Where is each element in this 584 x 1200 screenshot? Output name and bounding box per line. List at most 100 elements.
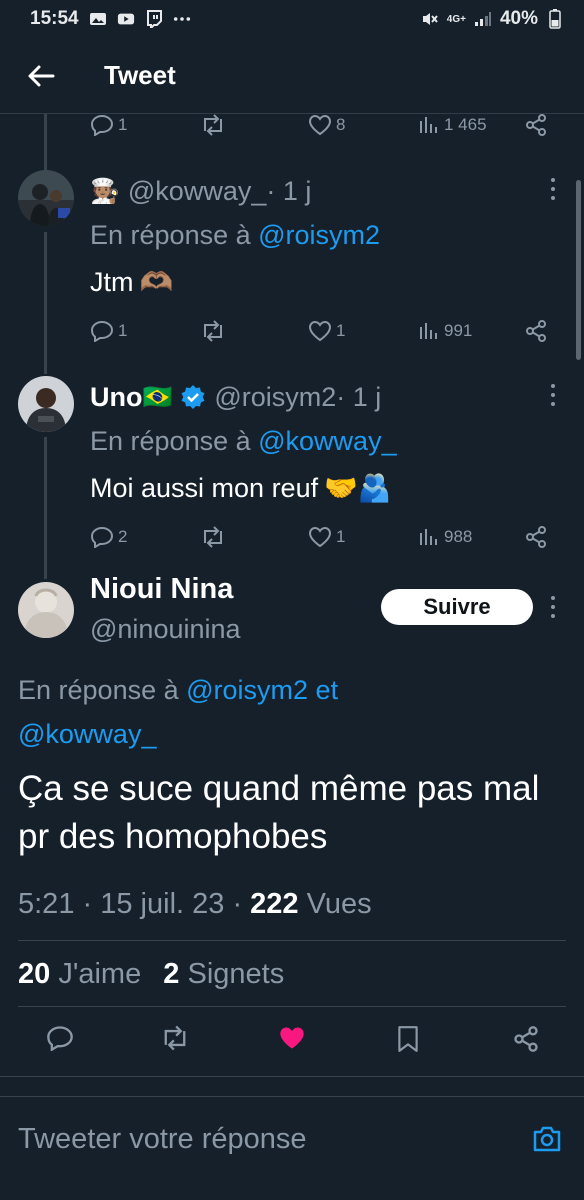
like-button[interactable] [278, 1025, 306, 1051]
flag-emoji: 🇧🇷 [142, 383, 173, 411]
tweet-actions: 2 1 988 [88, 522, 558, 552]
likes-label: J'aime [58, 958, 142, 990]
retweet-button[interactable] [200, 526, 226, 548]
tweet-text: Jtm 🫶🏽 [90, 266, 173, 298]
like-count: 1 [336, 527, 346, 546]
user-handle[interactable]: @ninouinina [90, 614, 241, 645]
like-count: 8 [336, 115, 346, 134]
reply-prefix: En réponse à [90, 426, 259, 456]
views-count: 222 [250, 888, 299, 920]
retweet-icon [204, 320, 222, 342]
likes-stat[interactable]: 20 J'aime [18, 958, 141, 990]
like-button[interactable]: 1 [308, 320, 345, 342]
retweet-button[interactable] [160, 1025, 190, 1051]
mute-icon [421, 11, 439, 27]
reply-button[interactable] [46, 1025, 74, 1051]
like-button[interactable]: 1 [308, 526, 345, 548]
reply-count: 1 [118, 321, 128, 340]
camera-icon[interactable] [532, 1125, 562, 1153]
tweet-header: Uno 🇧🇷 @roisym2 · 1 j [90, 380, 381, 414]
retweet-button[interactable] [200, 114, 226, 136]
heart-icon [308, 526, 332, 548]
reply-count: 2 [118, 527, 128, 546]
reply-and: et [308, 675, 339, 705]
bookmark-icon [398, 1026, 418, 1052]
retweet-button[interactable] [200, 320, 226, 342]
reply-button[interactable]: 1 [90, 114, 127, 136]
battery-label: 40% [499, 8, 538, 29]
reply-count: 1 [118, 115, 128, 134]
mention-link[interactable]: @roisym2 [186, 675, 308, 705]
back-arrow-icon[interactable] [26, 61, 56, 91]
mention-link[interactable]: @roisym2 [258, 220, 380, 250]
engagement-stats: 20 J'aime 2 Signets [18, 958, 284, 991]
analytics-icon [420, 529, 437, 545]
heart-icon [308, 114, 332, 136]
scrollbar[interactable] [576, 180, 581, 360]
share-icon [514, 1026, 538, 1052]
youtube-icon [117, 11, 135, 27]
views-button[interactable]: 1 465 [418, 115, 487, 135]
more-options-icon[interactable] [548, 178, 558, 200]
bookmarks-label: Signets [187, 958, 285, 990]
more-options-icon[interactable] [548, 384, 558, 406]
user-handle[interactable]: @roisym2 [214, 382, 336, 413]
reply-context: En réponse à @kowway_ [90, 426, 397, 457]
like-button[interactable]: 8 [308, 114, 345, 136]
bookmarks-stat[interactable]: 2 Signets [163, 958, 284, 990]
tweet-actions: 1 8 1 465 [88, 110, 558, 140]
tweet-body: Moi aussi mon reuf [90, 472, 319, 503]
tweet-time: · 1 j [266, 175, 312, 206]
reply-icon [90, 526, 114, 548]
share-button[interactable] [524, 525, 548, 549]
meta-separator: · [74, 888, 101, 920]
status-bar: 15:54 4G+ 40% [0, 0, 584, 38]
bookmarks-count: 2 [163, 958, 180, 990]
mention-link[interactable]: @kowway_ [18, 719, 156, 749]
main-tweet-author: Nioui Nina [90, 572, 233, 606]
display-name[interactable]: Nioui Nina [90, 573, 233, 606]
top-app-bar: Tweet [0, 38, 584, 114]
view-count: 1 465 [444, 115, 487, 134]
share-icon [526, 320, 546, 342]
user-emoji: 🧑🏽‍🍳 [90, 177, 120, 205]
analytics-icon [420, 323, 437, 339]
follow-button[interactable]: Suivre [381, 589, 533, 625]
tweet-emoji: 🫶🏽 [139, 267, 174, 297]
divider [0, 1076, 584, 1077]
view-count: 988 [444, 527, 473, 546]
tweet-meta: 5:21 · 15 juil. 23 · 222 Vues [18, 888, 372, 921]
tweet-time: 5:21 [18, 888, 75, 920]
avatar[interactable] [18, 170, 74, 226]
share-button[interactable] [512, 1025, 540, 1053]
share-button[interactable] [524, 113, 548, 137]
reply-button[interactable]: 2 [90, 526, 127, 548]
views-button[interactable]: 988 [418, 527, 472, 547]
reply-icon [90, 114, 114, 136]
thread-connector [44, 437, 47, 579]
mention-link[interactable]: @kowway_ [258, 426, 396, 456]
reply-prefix: En réponse à [18, 675, 187, 705]
more-notifications-icon [173, 11, 191, 27]
retweet-icon [164, 1025, 186, 1051]
tweet-date: 15 juil. 23 [100, 888, 225, 920]
twitch-icon [145, 10, 163, 28]
reply-icon [47, 1026, 73, 1051]
reply-prefix: En réponse à [90, 220, 259, 250]
share-button[interactable] [524, 319, 548, 343]
heart-icon [308, 320, 332, 342]
divider [18, 940, 566, 941]
views-button[interactable]: 991 [418, 321, 472, 341]
more-options-icon[interactable] [548, 596, 558, 618]
user-handle[interactable]: @kowway_ [128, 176, 266, 207]
reply-button[interactable]: 1 [90, 320, 127, 342]
display-name[interactable]: Uno [90, 382, 142, 413]
tweet-actions: 1 1 991 [88, 316, 558, 346]
bookmark-button[interactable] [396, 1025, 420, 1053]
reply-input[interactable]: Tweeter votre réponse [18, 1123, 307, 1156]
avatar[interactable] [18, 376, 74, 432]
main-tweet-actions [0, 1025, 584, 1061]
likes-count: 20 [18, 958, 51, 990]
avatar[interactable] [18, 582, 74, 638]
page-title: Tweet [104, 60, 176, 90]
